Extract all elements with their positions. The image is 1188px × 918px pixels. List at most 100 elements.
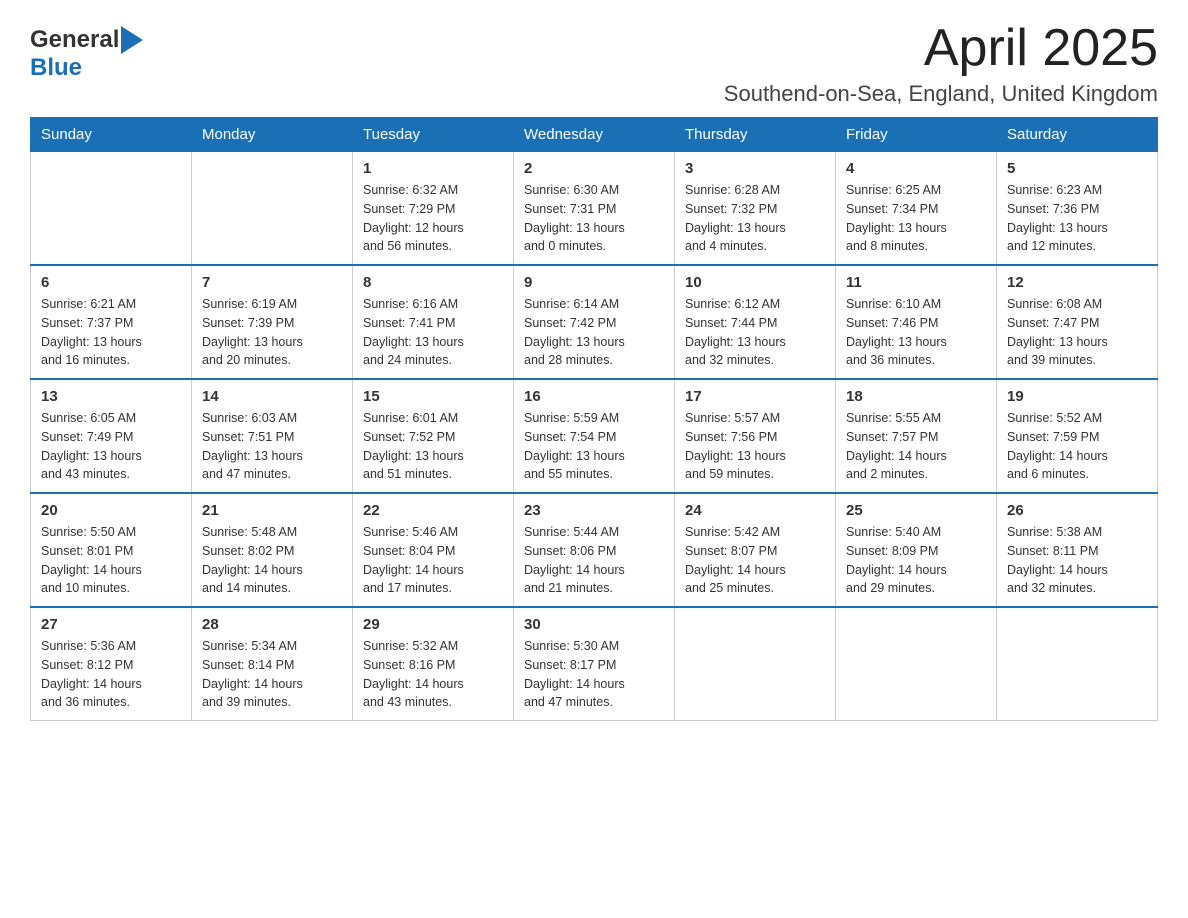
calendar-cell: 21 Sunrise: 5:48 AMSunset: 8:02 PMDayligh… <box>192 493 353 607</box>
calendar-cell: 25 Sunrise: 5:40 AMSunset: 8:09 PMDayligh… <box>836 493 997 607</box>
day-number: 8 <box>363 274 503 291</box>
day-info: Sunrise: 6:28 AMSunset: 7:32 PMDaylight:… <box>685 181 825 256</box>
day-number: 2 <box>524 160 664 177</box>
day-info: Sunrise: 5:44 AMSunset: 8:06 PMDaylight:… <box>524 523 664 598</box>
calendar-cell: 18 Sunrise: 5:55 AMSunset: 7:57 PMDayligh… <box>836 379 997 493</box>
day-number: 28 <box>202 616 342 633</box>
day-info: Sunrise: 6:32 AMSunset: 7:29 PMDaylight:… <box>363 181 503 256</box>
day-number: 12 <box>1007 274 1147 291</box>
day-number: 25 <box>846 502 986 519</box>
calendar-cell: 14 Sunrise: 6:03 AMSunset: 7:51 PMDayligh… <box>192 379 353 493</box>
calendar-cell: 12 Sunrise: 6:08 AMSunset: 7:47 PMDayligh… <box>997 265 1158 379</box>
calendar-week-row: 6 Sunrise: 6:21 AMSunset: 7:37 PMDaylight… <box>31 265 1158 379</box>
calendar-week-row: 27 Sunrise: 5:36 AMSunset: 8:12 PMDayligh… <box>31 607 1158 721</box>
column-header-sunday: Sunday <box>31 118 192 152</box>
day-number: 15 <box>363 388 503 405</box>
day-info: Sunrise: 5:48 AMSunset: 8:02 PMDaylight:… <box>202 523 342 598</box>
calendar-week-row: 13Sunrise: 6:05 AMSunset: 7:49 PMDayligh… <box>31 379 1158 493</box>
day-info: Sunrise: 6:23 AMSunset: 7:36 PMDaylight:… <box>1007 181 1147 256</box>
day-number: 4 <box>846 160 986 177</box>
calendar-cell: 29 Sunrise: 5:32 AMSunset: 8:16 PMDayligh… <box>353 607 514 721</box>
column-header-friday: Friday <box>836 118 997 152</box>
calendar-week-row: 1 Sunrise: 6:32 AMSunset: 7:29 PMDaylight… <box>31 152 1158 266</box>
day-info: Sunrise: 5:52 AMSunset: 7:59 PMDaylight:… <box>1007 409 1147 484</box>
calendar-cell: 30 Sunrise: 5:30 AMSunset: 8:17 PMDayligh… <box>514 607 675 721</box>
day-number: 20 <box>41 502 181 519</box>
day-number: 16 <box>524 388 664 405</box>
day-number: 22 <box>363 502 503 519</box>
calendar-cell: 28 Sunrise: 5:34 AMSunset: 8:14 PMDayligh… <box>192 607 353 721</box>
page-header: General Blue April 2025 Southend-on-Sea,… <box>30 20 1158 107</box>
calendar-cell: 19 Sunrise: 5:52 AMSunset: 7:59 PMDayligh… <box>997 379 1158 493</box>
calendar-cell: 1 Sunrise: 6:32 AMSunset: 7:29 PMDaylight… <box>353 152 514 266</box>
calendar-cell: 20 Sunrise: 5:50 AMSunset: 8:01 PMDayligh… <box>31 493 192 607</box>
day-info: Sunrise: 6:30 AMSunset: 7:31 PMDaylight:… <box>524 181 664 256</box>
calendar-cell <box>836 607 997 721</box>
day-info: Sunrise: 6:10 AMSunset: 7:46 PMDaylight:… <box>846 295 986 370</box>
day-number: 24 <box>685 502 825 519</box>
day-number: 6 <box>41 274 181 291</box>
calendar-cell: 27 Sunrise: 5:36 AMSunset: 8:12 PMDayligh… <box>31 607 192 721</box>
day-number: 1 <box>363 160 503 177</box>
day-number: 9 <box>524 274 664 291</box>
calendar-cell <box>192 152 353 266</box>
calendar-cell: 11 Sunrise: 6:10 AMSunset: 7:46 PMDayligh… <box>836 265 997 379</box>
day-info: Sunrise: 6:25 AMSunset: 7:34 PMDaylight:… <box>846 181 986 256</box>
logo-arrow-icon <box>121 26 143 54</box>
day-info: Sunrise: 5:40 AMSunset: 8:09 PMDaylight:… <box>846 523 986 598</box>
calendar-cell: 4 Sunrise: 6:25 AMSunset: 7:34 PMDaylight… <box>836 152 997 266</box>
day-info: Sunrise: 6:03 AMSunset: 7:51 PMDaylight:… <box>202 409 342 484</box>
day-info: Sunrise: 5:38 AMSunset: 8:11 PMDaylight:… <box>1007 523 1147 598</box>
day-number: 14 <box>202 388 342 405</box>
day-info: Sunrise: 5:32 AMSunset: 8:16 PMDaylight:… <box>363 637 503 712</box>
calendar-cell: 17Sunrise: 5:57 AMSunset: 7:56 PMDayligh… <box>675 379 836 493</box>
calendar-cell: 10 Sunrise: 6:12 AMSunset: 7:44 PMDayligh… <box>675 265 836 379</box>
calendar-cell: 2 Sunrise: 6:30 AMSunset: 7:31 PMDaylight… <box>514 152 675 266</box>
day-info: Sunrise: 5:34 AMSunset: 8:14 PMDaylight:… <box>202 637 342 712</box>
day-number: 13 <box>41 388 181 405</box>
title-block: April 2025 Southend-on-Sea, England, Uni… <box>724 20 1158 107</box>
calendar-week-row: 20 Sunrise: 5:50 AMSunset: 8:01 PMDayligh… <box>31 493 1158 607</box>
logo: General Blue <box>30 20 145 82</box>
day-info: Sunrise: 6:19 AMSunset: 7:39 PMDaylight:… <box>202 295 342 370</box>
day-number: 19 <box>1007 388 1147 405</box>
column-header-tuesday: Tuesday <box>353 118 514 152</box>
day-info: Sunrise: 5:55 AMSunset: 7:57 PMDaylight:… <box>846 409 986 484</box>
day-number: 18 <box>846 388 986 405</box>
day-number: 23 <box>524 502 664 519</box>
day-info: Sunrise: 5:50 AMSunset: 8:01 PMDaylight:… <box>41 523 181 598</box>
day-number: 26 <box>1007 502 1147 519</box>
calendar-cell: 7Sunrise: 6:19 AMSunset: 7:39 PMDaylight… <box>192 265 353 379</box>
column-header-wednesday: Wednesday <box>514 118 675 152</box>
day-info: Sunrise: 6:21 AMSunset: 7:37 PMDaylight:… <box>41 295 181 370</box>
calendar-cell: 16 Sunrise: 5:59 AMSunset: 7:54 PMDayligh… <box>514 379 675 493</box>
day-info: Sunrise: 5:30 AMSunset: 8:17 PMDaylight:… <box>524 637 664 712</box>
day-number: 10 <box>685 274 825 291</box>
day-number: 27 <box>41 616 181 633</box>
day-number: 30 <box>524 616 664 633</box>
calendar-cell: 24Sunrise: 5:42 AMSunset: 8:07 PMDayligh… <box>675 493 836 607</box>
day-info: Sunrise: 6:12 AMSunset: 7:44 PMDaylight:… <box>685 295 825 370</box>
calendar-cell: 26 Sunrise: 5:38 AMSunset: 8:11 PMDayligh… <box>997 493 1158 607</box>
day-info: Sunrise: 6:08 AMSunset: 7:47 PMDaylight:… <box>1007 295 1147 370</box>
calendar-cell: 6 Sunrise: 6:21 AMSunset: 7:37 PMDaylight… <box>31 265 192 379</box>
calendar-cell: 23 Sunrise: 5:44 AMSunset: 8:06 PMDayligh… <box>514 493 675 607</box>
calendar-cell: 15Sunrise: 6:01 AMSunset: 7:52 PMDayligh… <box>353 379 514 493</box>
day-info: Sunrise: 5:59 AMSunset: 7:54 PMDaylight:… <box>524 409 664 484</box>
day-info: Sunrise: 5:36 AMSunset: 8:12 PMDaylight:… <box>41 637 181 712</box>
day-number: 21 <box>202 502 342 519</box>
calendar-cell <box>31 152 192 266</box>
logo-general-text: General <box>30 26 119 54</box>
page-subtitle: Southend-on-Sea, England, United Kingdom <box>724 81 1158 107</box>
column-header-saturday: Saturday <box>997 118 1158 152</box>
calendar-cell: 5Sunrise: 6:23 AMSunset: 7:36 PMDaylight… <box>997 152 1158 266</box>
calendar-cell: 8 Sunrise: 6:16 AMSunset: 7:41 PMDaylight… <box>353 265 514 379</box>
day-number: 11 <box>846 274 986 291</box>
calendar-cell: 3Sunrise: 6:28 AMSunset: 7:32 PMDaylight… <box>675 152 836 266</box>
column-header-monday: Monday <box>192 118 353 152</box>
day-number: 29 <box>363 616 503 633</box>
calendar-cell <box>675 607 836 721</box>
day-number: 17 <box>685 388 825 405</box>
calendar-header-row: SundayMondayTuesdayWednesdayThursdayFrid… <box>31 118 1158 152</box>
day-info: Sunrise: 6:16 AMSunset: 7:41 PMDaylight:… <box>363 295 503 370</box>
